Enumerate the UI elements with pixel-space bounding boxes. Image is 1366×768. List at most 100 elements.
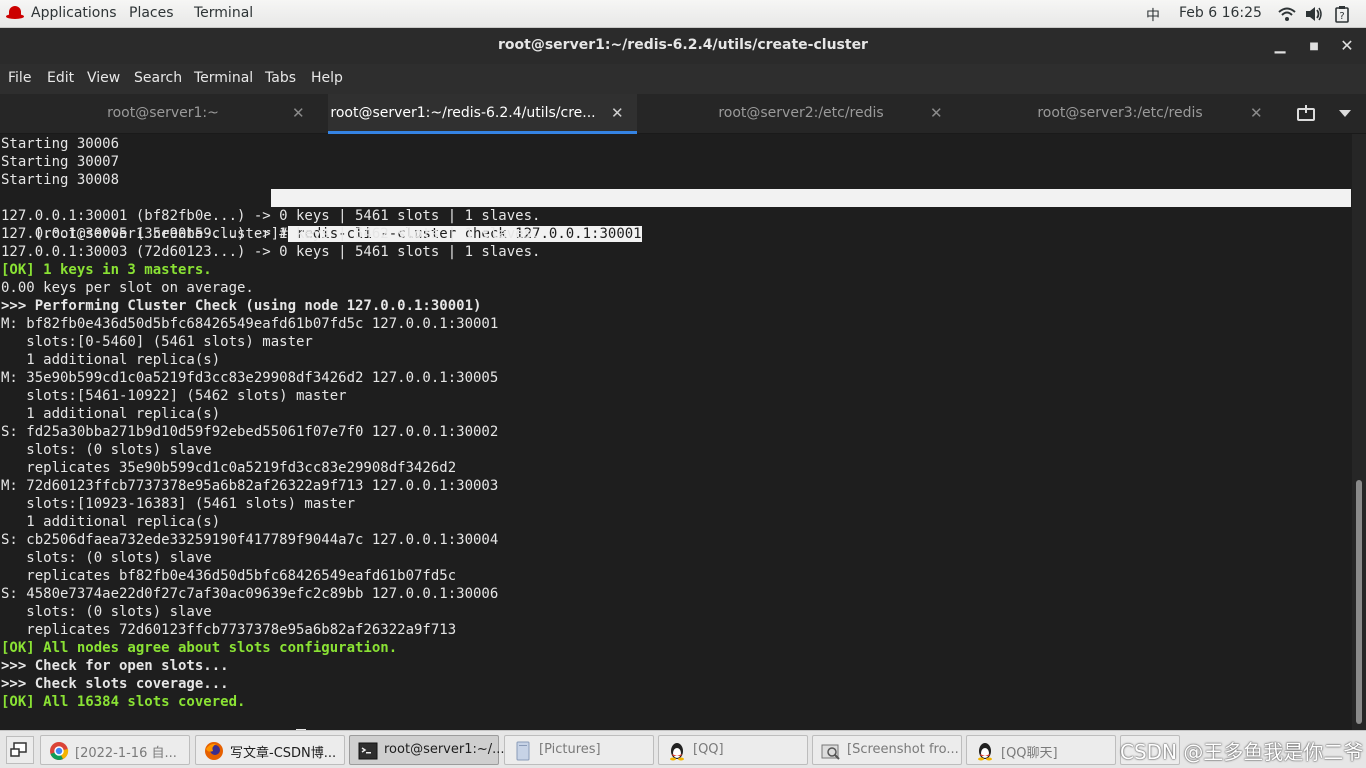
terminal-line: 1 additional replica(s) — [1, 514, 221, 530]
applications-menu[interactable]: Applications — [6, 5, 117, 21]
terminal-line: 1 additional replica(s) — [1, 406, 221, 422]
terminal-line: slots:[5461-10922] (5462 slots) master — [1, 388, 347, 404]
tab-label: root@server1:~/redis-6.2.4/utils/cre... — [330, 105, 596, 121]
terminal-line: replicates 72d60123ffcb7737378e95a6b82af… — [1, 622, 457, 638]
terminal-ok-line: [OK] 1 keys in 3 masters. — [1, 262, 212, 278]
taskbar-item-label: root@server1:~/... — [384, 742, 505, 757]
tab-label: root@server2:/etc/redis — [718, 105, 884, 121]
taskbar-item-chrome[interactable]: [2022-1-16 自... — [40, 735, 190, 765]
tab-label: root@server3:/etc/redis — [1037, 105, 1203, 121]
terminal-ok-line: [OK] All nodes agree about slots configu… — [1, 640, 398, 656]
taskbar-item-firefox[interactable]: 写文章-CSDN博... — [195, 735, 345, 765]
terminal-scrollbar[interactable] — [1352, 134, 1366, 730]
tab-close-icon[interactable]: ✕ — [1250, 104, 1263, 122]
tab-bar: root@server1:~ ✕ root@server1:~/redis-6.… — [0, 94, 1366, 134]
terminal-line: replicates 35e90b599cd1c0a5219fd3cc83e29… — [1, 460, 457, 476]
taskbar-item-qq-chat[interactable]: [QQ聊天] — [966, 735, 1116, 765]
terminal-line: slots: (0 slots) slave — [1, 442, 212, 458]
menu-view[interactable]: View — [87, 70, 120, 86]
terminal-prompt-line[interactable]: [root@server1 create-cluster]# — [1, 711, 307, 730]
svg-text:?: ? — [1339, 11, 1344, 22]
terminal-line: slots: (0 slots) slave — [1, 550, 212, 566]
scrollbar-thumb[interactable] — [1356, 480, 1362, 724]
terminal-line: M: bf82fb0e436d50d5bfc68426549eafd61b07f… — [1, 316, 499, 332]
close-window-button[interactable]: ✕ — [1337, 36, 1357, 56]
tab-close-icon[interactable]: ✕ — [930, 104, 943, 122]
selection-highlight — [271, 189, 1351, 207]
terminal-line: 0.00 keys per slot on average. — [1, 280, 254, 296]
gnome-top-bar: Applications Places Terminal 中 Feb 6 16:… — [0, 0, 1366, 28]
terminal-app-menu[interactable]: Terminal — [194, 5, 253, 21]
terminal-line: slots:[10923-16383] (5461 slots) master — [1, 496, 356, 512]
menu-search[interactable]: Search — [134, 70, 182, 86]
terminal-line: replicates bf82fb0e436d50d5bfc68426549ea… — [1, 568, 457, 584]
taskbar-item-pictures[interactable]: [Pictures] — [504, 735, 654, 765]
terminal-line: S: 4580e7374ae22d0f27c7af30ac09639efc2c8… — [1, 586, 499, 602]
taskbar-item-terminal[interactable]: root@server1:~/... — [349, 735, 505, 765]
file-manager-icon — [516, 741, 530, 761]
terminal-line: M: 35e90b599cd1c0a5219fd3cc83e29908df342… — [1, 370, 499, 386]
wifi-icon[interactable] — [1278, 6, 1296, 22]
tab-menu-chevron-down-icon[interactable] — [1339, 110, 1351, 118]
terminal-heading-line: >>> Check for open slots... — [1, 658, 229, 674]
new-tab-icon[interactable] — [1296, 105, 1316, 123]
clock[interactable]: Feb 6 16:25 — [1179, 5, 1262, 21]
taskbar-item-label: [QQ] — [693, 742, 724, 757]
menu-edit[interactable]: Edit — [47, 70, 74, 86]
terminal-line: S: fd25a30bba271b9d10d59f92ebed55061f07e… — [1, 424, 499, 440]
tab-label: root@server1:~ — [107, 105, 219, 121]
menu-terminal[interactable]: Terminal — [194, 70, 253, 86]
terminal-line: Starting 30008 — [1, 172, 120, 188]
taskbar-item-label: [Pictures] — [539, 742, 601, 757]
tab-server2-etc-redis[interactable]: root@server2:/etc/redis ✕ — [640, 94, 962, 134]
applications-label: Applications — [31, 5, 117, 21]
terminal-heading-line: >>> Check slots coverage... — [1, 676, 229, 692]
terminal-output[interactable]: Starting 30006 Starting 30007 Starting 3… — [0, 134, 1352, 730]
show-desktop-icon — [10, 742, 27, 757]
taskbar-item-label: [2022-1-16 自... — [75, 746, 177, 761]
terminal-line: 1 additional replica(s) — [1, 352, 221, 368]
taskbar-item-label: [QQ聊天] — [1001, 746, 1058, 761]
power-status-icon[interactable]: ? — [1335, 6, 1349, 23]
taskbar-item-qq[interactable]: [QQ] — [658, 735, 808, 765]
menu-tabs[interactable]: Tabs — [265, 70, 296, 86]
maximize-button[interactable]: ◾ — [1304, 36, 1324, 56]
places-menu[interactable]: Places — [129, 5, 174, 21]
terminal-line: 127.0.0.1:30005 (35e90b59...) -> 1 keys … — [1, 226, 541, 242]
terminal-heading-line: >>> Performing Cluster Check (using node… — [1, 298, 482, 314]
menu-bar: File Edit View Search Terminal Tabs Help — [0, 64, 1366, 94]
qq-icon — [670, 743, 684, 761]
window-title-bar[interactable]: root@server1:~/redis-6.2.4/utils/create-… — [0, 28, 1366, 64]
terminal-line: S: cb2506dfaea732ede33259190f417789f9044… — [1, 532, 499, 548]
screenshot-icon — [821, 744, 840, 760]
input-method-indicator[interactable]: 中 — [1146, 5, 1160, 25]
terminal-line: 127.0.0.1:30003 (72d60123...) -> 0 keys … — [1, 244, 541, 260]
window-title: root@server1:~/redis-6.2.4/utils/create-… — [498, 37, 868, 53]
menu-file[interactable]: File — [8, 70, 31, 86]
tab-server1-home[interactable]: root@server1:~ ✕ — [0, 94, 326, 134]
tab-close-icon[interactable]: ✕ — [292, 104, 305, 122]
menu-help[interactable]: Help — [311, 70, 343, 86]
terminal-line: slots:[0-5460] (5461 slots) master — [1, 334, 313, 350]
terminal-line: slots: (0 slots) slave — [1, 604, 212, 620]
firefox-icon — [205, 742, 223, 760]
taskbar-item-label: 写文章-CSDN博... — [230, 746, 337, 761]
tab-server1-create-cluster[interactable]: root@server1:~/redis-6.2.4/utils/cre... … — [328, 94, 637, 134]
taskbar-item-label: [Screenshot fro... — [847, 742, 959, 757]
terminal-line: Starting 30006 — [1, 136, 120, 152]
volume-icon[interactable] — [1305, 6, 1323, 22]
terminal-icon — [358, 742, 378, 760]
tab-server3-etc-redis[interactable]: root@server3:/etc/redis ✕ — [962, 94, 1278, 134]
tab-close-icon[interactable]: ✕ — [611, 104, 624, 122]
terminal-ok-line: [OK] All 16384 slots covered. — [1, 694, 246, 710]
taskbar-item-screenshot[interactable]: [Screenshot fro... — [812, 735, 962, 765]
show-desktop-button[interactable] — [6, 736, 34, 764]
minimize-button[interactable]: ▁ — [1270, 36, 1290, 56]
chrome-icon — [50, 742, 69, 760]
terminal-line: M: 72d60123ffcb7737378e95a6b82af26322a9f… — [1, 478, 499, 494]
terminal-line: 127.0.0.1:30001 (bf82fb0e...) -> 0 keys … — [1, 208, 541, 224]
csdn-watermark: CSDN @王多鱼我是你二爷 — [1120, 740, 1364, 764]
qq-icon — [978, 743, 992, 761]
terminal-line: Starting 30007 — [1, 154, 120, 170]
terminal-command-line: [root@server1 create-cluster]# redis-cli… — [1, 189, 1352, 242]
